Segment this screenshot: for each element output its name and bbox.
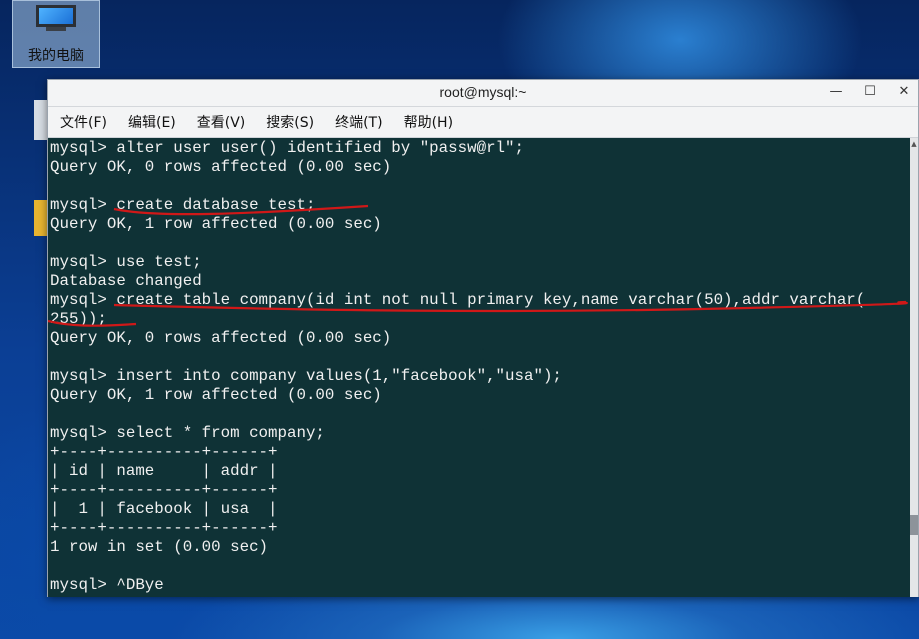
terminal-line: 1 row in set (0.00 sec) — [50, 538, 269, 556]
terminal-line: Query OK, 1 row affected (0.00 sec) — [50, 386, 382, 404]
terminal-line: | id | name | addr | — [50, 462, 278, 480]
minimize-button[interactable]: — — [823, 82, 849, 102]
background-window-edge — [34, 100, 48, 140]
scroll-up-arrow-icon[interactable]: ▲ — [910, 140, 918, 148]
desktop-icon-label: 我的电脑 — [28, 48, 84, 64]
terminal-line: mysql> insert into company values(1,"fac… — [50, 367, 562, 385]
menu-file[interactable]: 文件(F) — [60, 112, 107, 132]
terminal-scrollbar[interactable]: ▲ — [910, 138, 918, 597]
terminal-line: mysql> alter user user() identified by "… — [50, 139, 524, 157]
terminal-text: mysql> alter user user() identified by "… — [48, 139, 912, 595]
monitor-stand — [46, 27, 66, 31]
terminal-line: mysql> ^DBye — [50, 576, 164, 594]
terminal-line: +----+----------+------+ — [50, 443, 278, 461]
my-computer-desktop-icon[interactable]: 我的电脑 — [12, 0, 100, 68]
terminal-line: Database changed — [50, 272, 202, 290]
terminal-line: mysql> create table company(id int not n… — [50, 291, 866, 309]
scrollbar-thumb[interactable] — [910, 515, 918, 535]
close-button[interactable]: ✕ — [891, 82, 917, 102]
terminal-line: mysql> select * from company; — [50, 424, 325, 442]
terminal-line: Query OK, 1 row affected (0.00 sec) — [50, 215, 382, 233]
menu-bar: 文件(F) 编辑(E) 查看(V) 搜索(S) 终端(T) 帮助(H) — [48, 107, 918, 138]
terminal-output[interactable]: mysql> alter user user() identified by "… — [48, 138, 912, 597]
maximize-button[interactable]: ☐ — [857, 82, 883, 102]
menu-help[interactable]: 帮助(H) — [404, 112, 453, 132]
terminal-line: mysql> use test; — [50, 253, 202, 271]
terminal-line: 255)); — [50, 310, 107, 328]
terminal-line: +----+----------+------+ — [50, 519, 278, 537]
window-title: root@mysql:~ — [439, 84, 527, 100]
terminal-line: +----+----------+------+ — [50, 481, 278, 499]
terminal-window: root@mysql:~ — ☐ ✕ 文件(F) 编辑(E) 查看(V) 搜索(… — [47, 79, 919, 597]
folder-icon — [34, 200, 48, 236]
title-bar[interactable]: root@mysql:~ — ☐ ✕ — [48, 80, 918, 107]
menu-edit[interactable]: 编辑(E) — [128, 112, 176, 132]
terminal-line: Query OK, 0 rows affected (0.00 sec) — [50, 158, 392, 176]
computer-icon — [36, 5, 76, 27]
terminal-line: Query OK, 0 rows affected (0.00 sec) — [50, 329, 392, 347]
terminal-line: mysql> create database test; — [50, 196, 316, 214]
menu-view[interactable]: 查看(V) — [197, 112, 246, 132]
menu-terminal[interactable]: 终端(T) — [335, 112, 382, 132]
menu-search[interactable]: 搜索(S) — [266, 112, 314, 132]
terminal-line: | 1 | facebook | usa | — [50, 500, 278, 518]
